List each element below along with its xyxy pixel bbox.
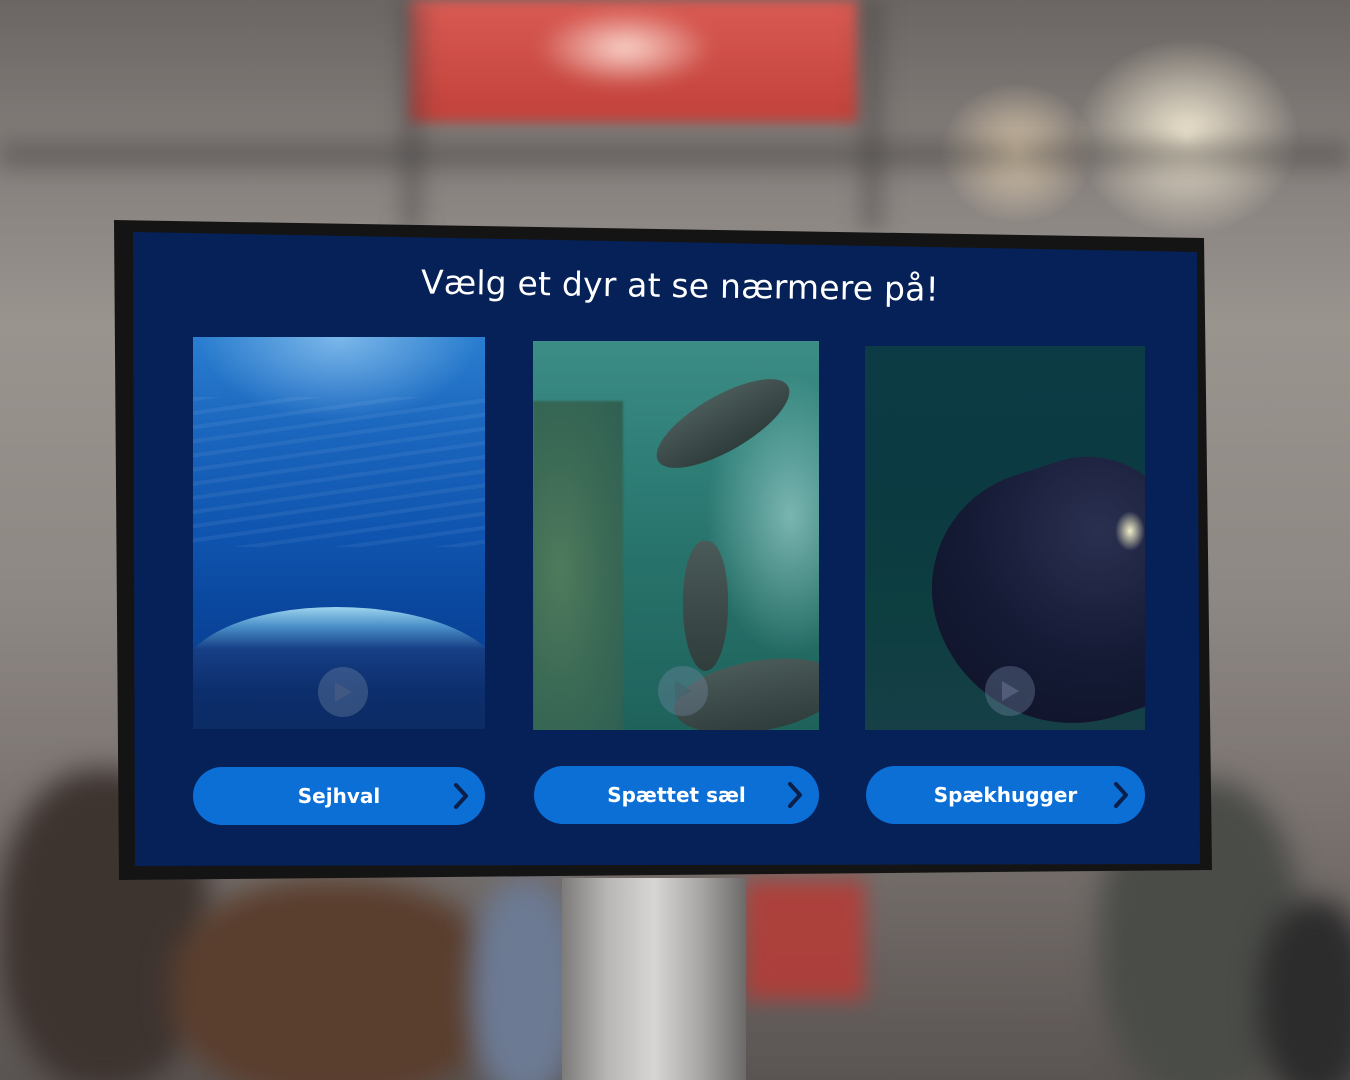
photo-scene: Vælg et dyr at se nærmere på! Sejhval Sp… (0, 0, 1350, 1080)
chevron-right-icon (1114, 782, 1128, 808)
rock-wall (533, 401, 623, 730)
spaekhugger-button[interactable]: Spækhugger (866, 766, 1145, 824)
chevron-right-icon (788, 782, 802, 808)
spaettet-saeil-button-label: Spættet sæl (607, 783, 746, 807)
video-thumbnail-spaettet-saeil[interactable] (533, 341, 819, 730)
background-pillar (860, 0, 884, 230)
orca-eye-patch (1115, 511, 1145, 551)
background-pillar (400, 0, 424, 230)
spaettet-saeil-button[interactable]: Spættet sæl (534, 766, 819, 824)
seal-shape (644, 362, 802, 485)
background-beam (0, 140, 1350, 170)
seal-shape (683, 541, 728, 671)
play-icon[interactable] (318, 667, 368, 717)
background-person (170, 880, 500, 1080)
play-icon[interactable] (985, 666, 1035, 716)
monitor-stand (562, 878, 746, 1080)
spaekhugger-button-label: Spækhugger (933, 783, 1078, 807)
chevron-right-icon (454, 783, 468, 809)
background-person (1260, 900, 1350, 1080)
background-sign-logo (535, 8, 715, 88)
sejhval-button-label: Sejhval (297, 784, 381, 808)
video-thumbnail-sejhval[interactable] (193, 337, 485, 729)
sejhval-button[interactable]: Sejhval (193, 767, 485, 825)
video-thumbnail-spaekhugger[interactable] (865, 346, 1145, 730)
play-icon[interactable] (658, 666, 708, 716)
background-red-panel (745, 880, 865, 1000)
